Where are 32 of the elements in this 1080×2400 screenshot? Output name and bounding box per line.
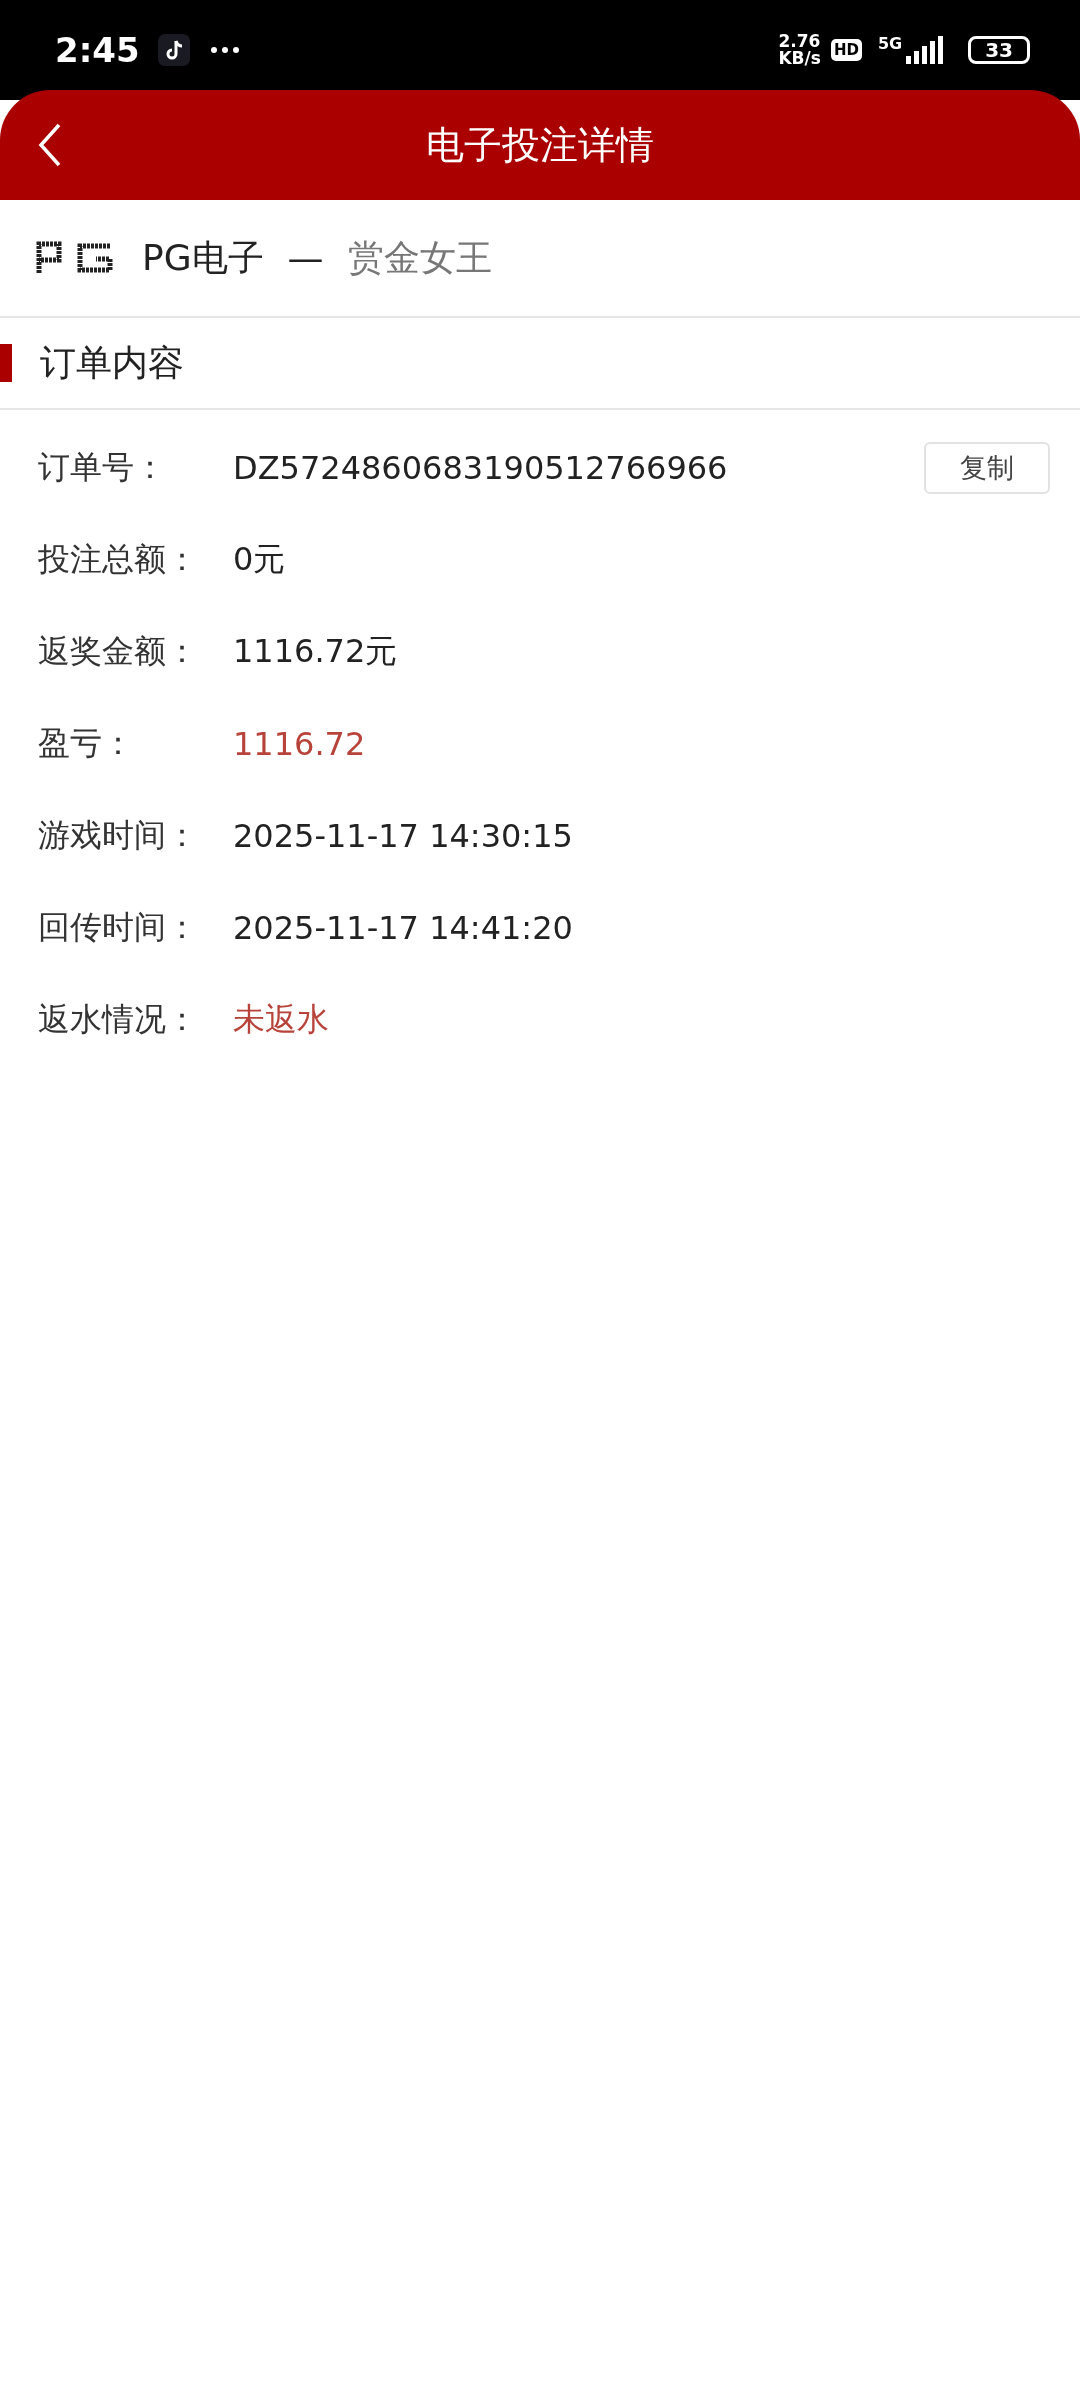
separator-dash: — — [287, 237, 324, 279]
field-value: 0元 — [233, 539, 287, 580]
section-marker — [0, 344, 12, 382]
field-value: 1116.72元 — [233, 631, 399, 672]
pg-logo-icon — [36, 240, 116, 276]
game-name: 赏金女王 — [347, 235, 492, 280]
page-title: 电子投注详情 — [426, 121, 654, 169]
field-label: 回传时间： — [38, 907, 199, 948]
speed-value: 2.76 — [778, 33, 821, 50]
battery-indicator: 33 — [968, 36, 1030, 64]
field-label: 游戏时间： — [38, 815, 199, 856]
music-note-icon — [157, 34, 190, 66]
field-label: 返奖金额： — [38, 631, 199, 672]
field-value: 2025-11-17 14:30:15 — [233, 817, 574, 855]
speed-unit: KB/s — [778, 50, 821, 67]
game-provider: PG电子 — [142, 235, 264, 280]
field-value: 1116.72 — [233, 725, 367, 763]
field-label: 盈亏： — [38, 723, 135, 764]
status-time: 2:45 — [55, 30, 140, 70]
signal-icon — [904, 36, 945, 64]
back-icon[interactable] — [38, 123, 62, 167]
copy-button[interactable]: 复制 — [924, 442, 1050, 494]
field-value: 未返水 — [233, 999, 330, 1040]
field-value: DZ5724860683190512766966 — [233, 449, 729, 487]
field-label: 返水情况： — [38, 999, 199, 1040]
hd-badge: HD — [830, 39, 862, 61]
field-value: 2025-11-17 14:41:20 — [233, 909, 574, 947]
field-label: 订单号： — [38, 447, 167, 488]
network-label: 5G — [877, 34, 903, 53]
section-title: 订单内容 — [40, 340, 184, 385]
more-icon — [209, 46, 240, 54]
field-label: 投注总额： — [38, 539, 199, 580]
